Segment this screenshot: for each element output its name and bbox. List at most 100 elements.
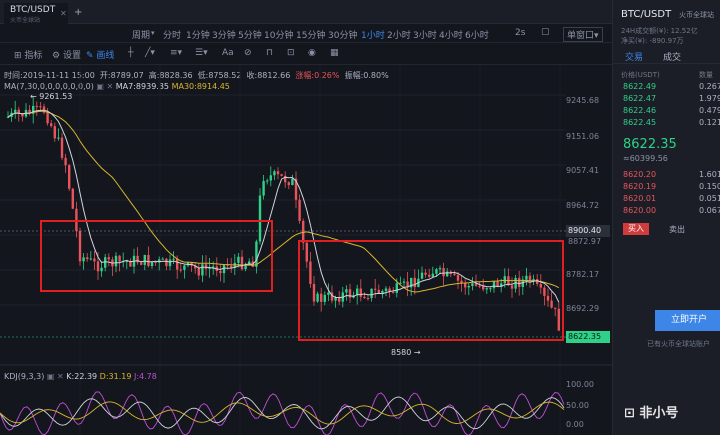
eye-icon[interactable]: ◉ (308, 48, 316, 58)
ruler-icon[interactable]: ⊘ (244, 48, 252, 58)
bid-price: 8620.00 (623, 206, 657, 215)
settings-label: 设置 (62, 51, 81, 61)
ask-price: 8622.47 (623, 94, 657, 103)
tab-pair: BTC/USDT (10, 5, 56, 15)
ask-qty: 1.979 (699, 94, 720, 103)
period-15m[interactable]: 15分钟 (296, 28, 325, 41)
bid-qty: 0.067 (699, 206, 720, 215)
ob-head-qty: 数量 (699, 71, 713, 79)
font-tool[interactable]: Aa (222, 48, 234, 58)
ma30-line (7, 110, 560, 293)
price-tick: 8692.29 (566, 304, 600, 313)
ask-row[interactable]: 8622.45 0.121 (613, 118, 720, 129)
period-10m[interactable]: 10分钟 (264, 28, 293, 41)
period-1m[interactable]: 1分钟 (186, 28, 210, 41)
period-1h[interactable]: 1小时 (361, 28, 385, 41)
trash-icon[interactable]: ▦ (330, 48, 339, 58)
single-window-select[interactable]: 单窗口▾ (563, 27, 603, 42)
refresh-2s[interactable]: 2s (515, 28, 525, 38)
period-5m[interactable]: 5分钟 (238, 28, 262, 41)
last-price-cny: ≈60399.56 (623, 154, 668, 163)
kdj-toggle-icons[interactable]: ▣ ✕ (47, 372, 64, 381)
kdj-d: D:31.19 (99, 372, 132, 381)
period-30m[interactable]: 30分钟 (328, 28, 357, 41)
indicator-label: 指标 (24, 51, 43, 61)
price-tick: 8872.97 (568, 237, 602, 246)
indicator-button[interactable]: ⊞ 指标 (14, 48, 42, 61)
ob-head-price: 价格(USDT) (621, 71, 660, 79)
price-tick: 8964.72 (566, 201, 600, 210)
open-account-button[interactable]: 立即开户 (655, 310, 720, 331)
period-menu[interactable]: 周期 (132, 28, 150, 41)
sell-button[interactable]: 卖出 (669, 224, 685, 235)
tab-trade[interactable]: 交易 (625, 50, 643, 63)
consolidation-box-left (40, 220, 273, 292)
bid-row[interactable]: 8620.01 0.051 (613, 194, 720, 205)
period-bar: 周期 ▾ 分时 1分钟 3分钟 5分钟 10分钟 15分钟 30分钟 1小时 2… (0, 25, 612, 43)
kdj-params: KDJ(9,3,3) (4, 372, 45, 381)
bid-qty: 0.150 (699, 182, 720, 191)
bid-qty: 1.601 (699, 170, 720, 179)
high-annotation: ← 9261.53 (30, 92, 73, 101)
low-annotation: 8580 → (391, 348, 421, 357)
line-icon[interactable]: ╱▾ (145, 48, 155, 58)
kdj-axis: 100.00 50.00 0.00 (566, 380, 612, 430)
lock-icon[interactable]: ⊡ (287, 48, 295, 58)
bid-row[interactable]: 8620.20 1.601 (613, 170, 720, 181)
kdj-tick: 50.00 (566, 401, 589, 410)
ask-qty: 0.479 (699, 106, 720, 115)
bid-price: 8620.20 (623, 170, 657, 179)
draw-button[interactable]: ✎ 画线 (86, 48, 114, 61)
bid-price: 8620.01 (623, 194, 657, 203)
rp-exchange: 火币全球站 (679, 11, 714, 19)
single-window-label: 单窗口 (567, 31, 595, 41)
watermark-logo: ⊡ 非小号 (624, 406, 679, 421)
period-timeline[interactable]: 分时 (163, 28, 181, 41)
consolidation-box-right (298, 240, 564, 341)
period-6h[interactable]: 6小时 (465, 28, 489, 41)
kdj-tick: 100.00 (566, 380, 594, 389)
kdj-tick: 0.00 (566, 420, 584, 429)
ask-price: 8622.45 (623, 118, 657, 127)
bid-qty: 0.051 (699, 194, 720, 203)
chart-tab-btc-usdt[interactable]: BTC/USDT 火币全球站 ✕ (4, 3, 68, 24)
period-3h[interactable]: 3小时 (413, 28, 437, 41)
kdj-k: K:22.39 (66, 372, 98, 381)
magnet-icon[interactable]: ⊓ (266, 48, 273, 58)
rp-netbuy: 净买(¥): -890.97万 (621, 37, 684, 45)
period-2h[interactable]: 2小时 (387, 28, 411, 41)
bid-row[interactable]: 8620.00 0.067 (613, 206, 720, 217)
period-dropdown-icon[interactable]: ▾ (151, 29, 155, 37)
rp-tabs: 交易 成交 (613, 48, 720, 64)
crosshair-icon[interactable]: ┼ (128, 48, 133, 58)
ask-qty: 0.267 (699, 82, 720, 91)
buy-button[interactable]: 买入 (623, 223, 649, 235)
price-tick: 9057.41 (566, 166, 600, 175)
channel-icon[interactable]: ≡▾ (170, 48, 182, 58)
ma7-line (7, 109, 560, 303)
rp-pair: BTC/USDT (621, 9, 672, 20)
ask-qty: 0.121 (699, 118, 720, 127)
ask-row[interactable]: 8622.47 1.979 (613, 94, 720, 105)
kdj-lines (0, 391, 565, 435)
kdj-info: KDJ(9,3,3) ▣ ✕ K:22.39 D:31.19 J:4.78 (4, 372, 157, 381)
price-tick: 9151.06 (566, 132, 600, 141)
add-tab-icon[interactable]: + (74, 8, 84, 18)
kdj-j: J:4.78 (133, 372, 157, 381)
high-annotation-value: 9261.53 (39, 92, 73, 101)
watermark-text: 非小号 (639, 406, 679, 421)
tab-deals[interactable]: 成交 (663, 50, 681, 63)
tab-bar: BTC/USDT 火币全球站 ✕ + (0, 0, 612, 24)
text-tool-icon[interactable]: ☰▾ (195, 48, 208, 58)
ask-price: 8622.46 (623, 106, 657, 115)
close-tab-icon[interactable]: ✕ (60, 9, 67, 18)
ask-row[interactable]: 8622.49 0.267 (613, 82, 720, 93)
right-panel: BTC/USDT 火币全球站 24H成交额(¥): 12.52亿 净买(¥): … (612, 0, 720, 435)
bid-row[interactable]: 8620.19 0.150 (613, 182, 720, 193)
period-4h[interactable]: 4小时 (439, 28, 463, 41)
existing-account-note[interactable]: 已有火币全球站账户 (647, 339, 710, 349)
settings-button[interactable]: ⚙ 设置 (52, 48, 81, 61)
period-3m[interactable]: 3分钟 (212, 28, 236, 41)
ask-row[interactable]: 8622.46 0.479 (613, 106, 720, 117)
fullscreen-icon[interactable]: ▢ (541, 27, 550, 37)
